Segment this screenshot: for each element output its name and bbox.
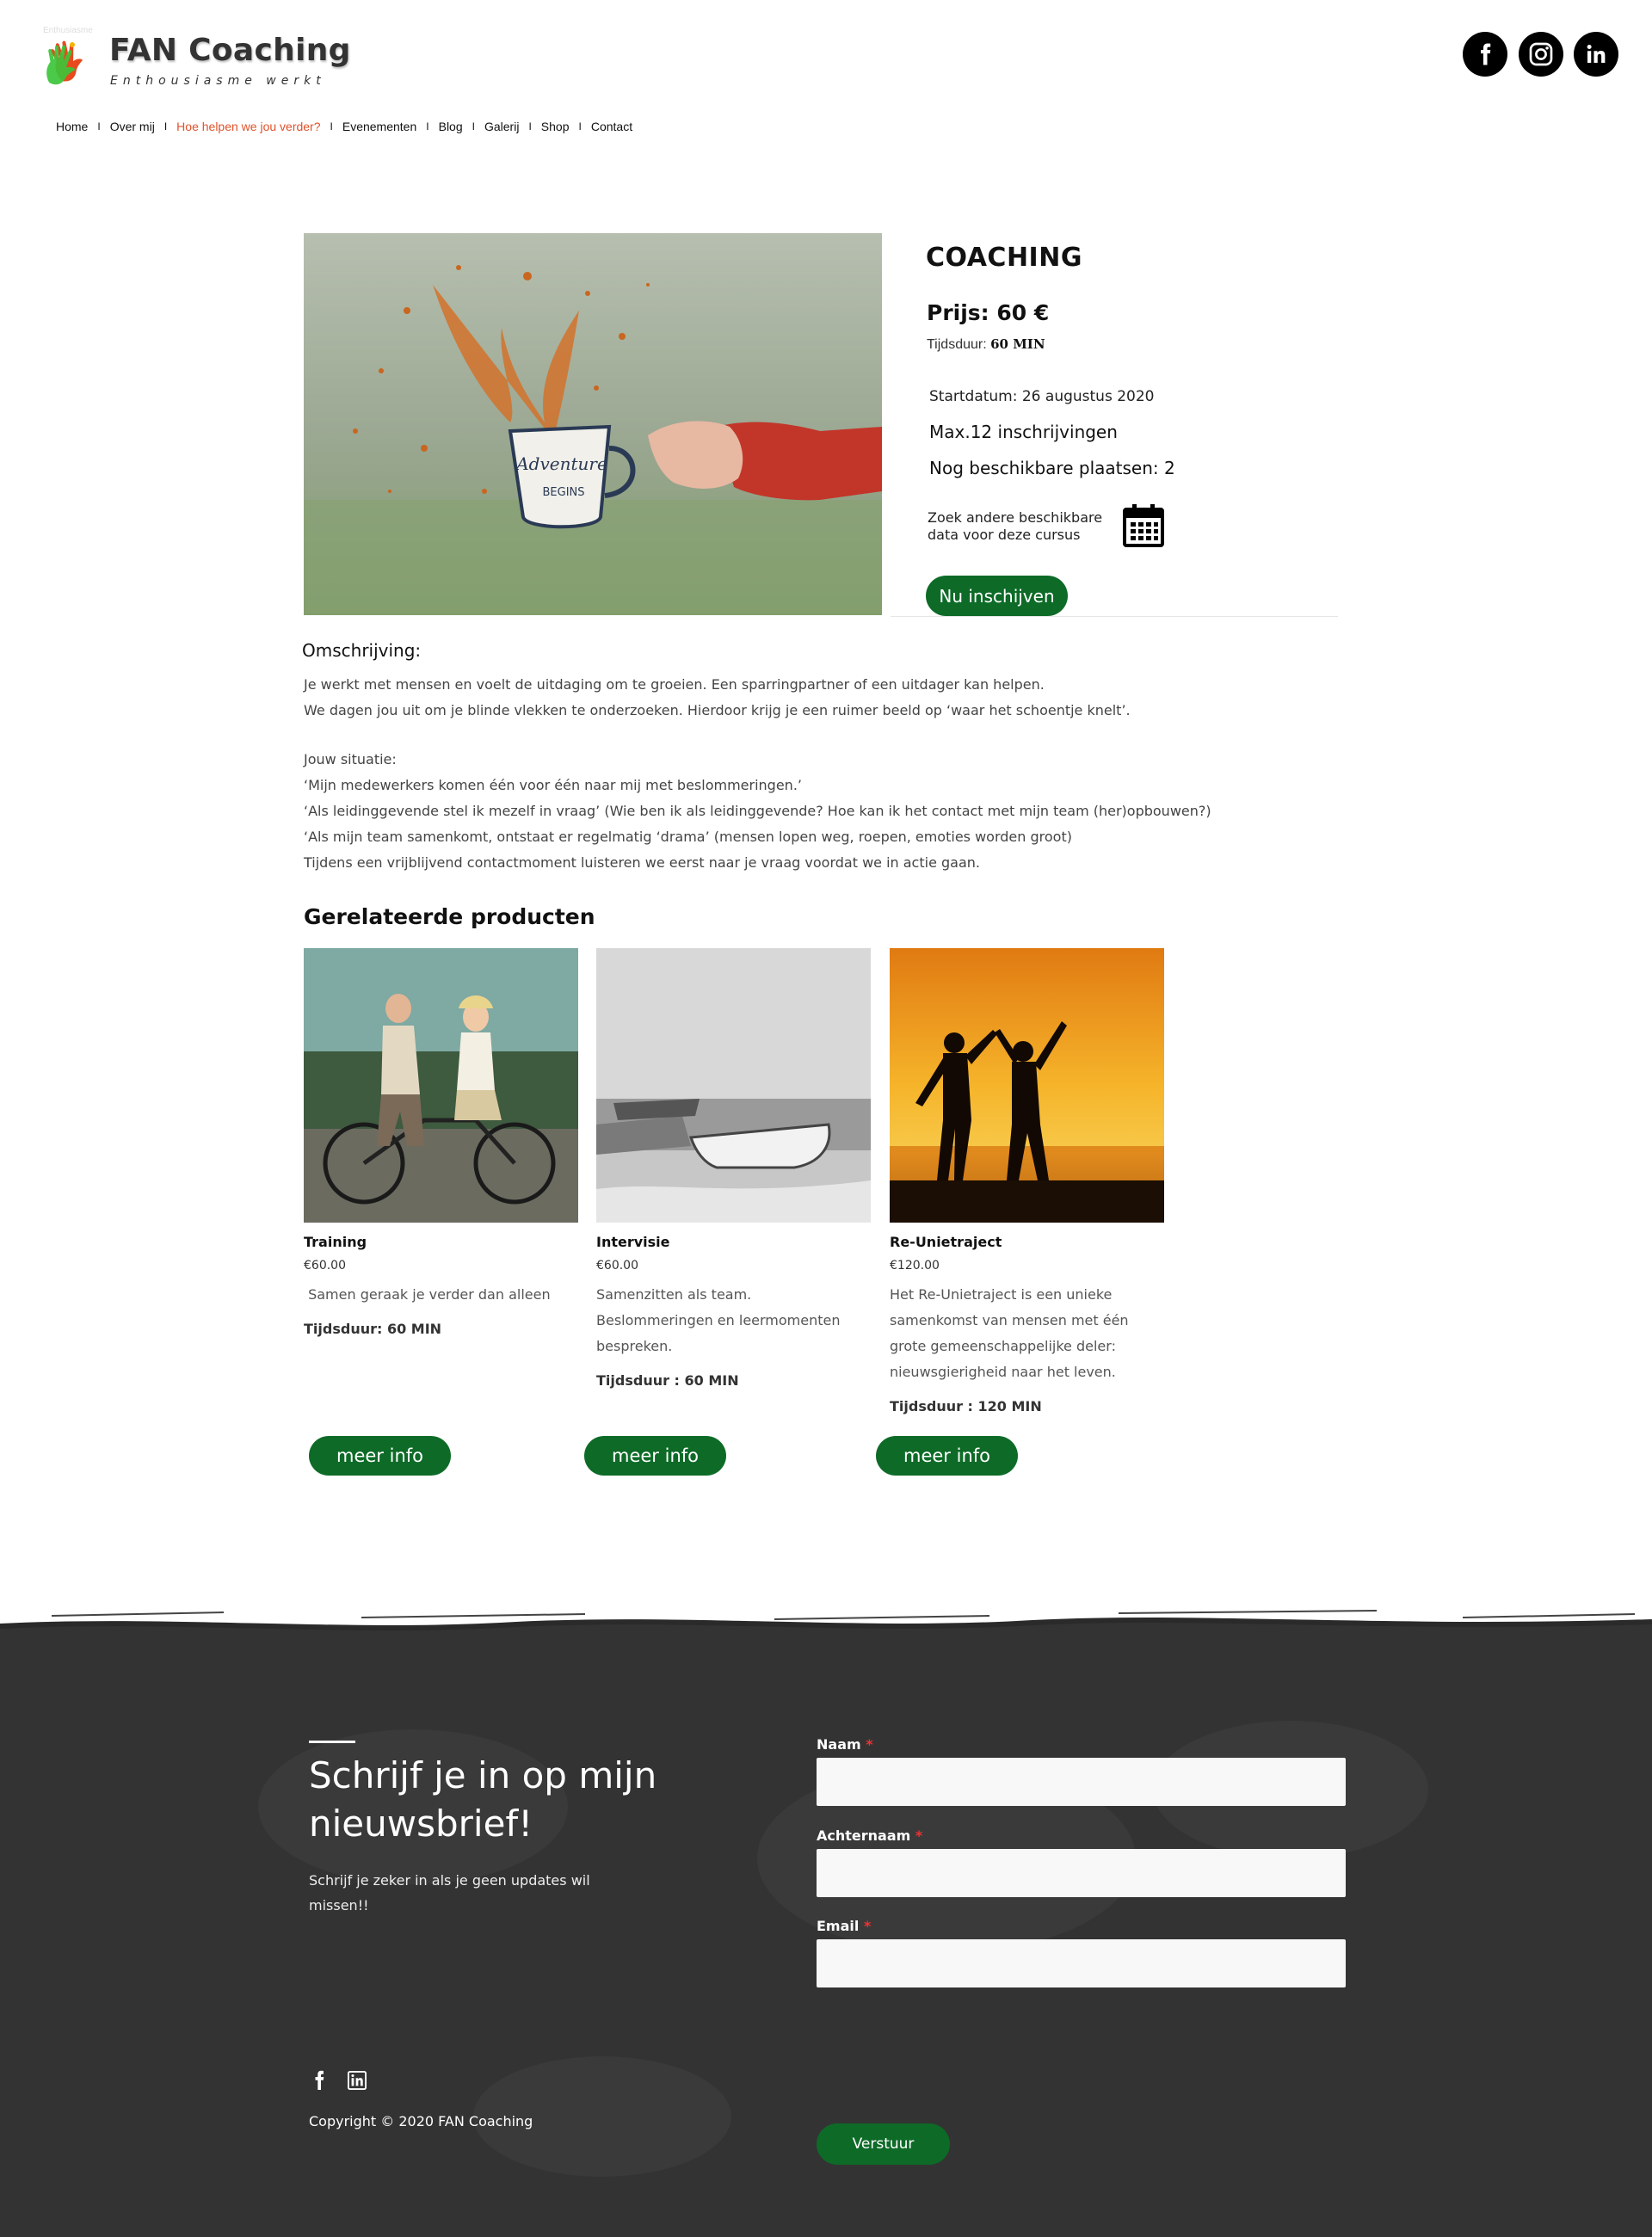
related-name-re-unietraject[interactable]: Re-Unietraject	[890, 1234, 1002, 1250]
lastname-field-label: Achternaam *	[817, 1827, 922, 1844]
description-heading: Omschrijving:	[302, 640, 422, 661]
facebook-icon[interactable]	[1463, 32, 1507, 77]
svg-text:BEGINS: BEGINS	[542, 486, 584, 499]
nav-separator: I	[97, 120, 101, 132]
related-image-re-unietraject[interactable]	[890, 948, 1164, 1223]
related-price-intervisie: €60.00	[596, 1259, 638, 1273]
footer-linkedin-icon[interactable]	[347, 2070, 367, 2091]
related-price-re-unietraject: €120.00	[890, 1259, 940, 1273]
nav-item-blog[interactable]: Blog	[439, 120, 463, 133]
required-mark: *	[863, 1918, 872, 1934]
email-label-text: Email	[817, 1918, 860, 1934]
related-duration-re-unietraject: Tijdsduur : 120 MIN	[890, 1398, 1042, 1414]
related-image-training[interactable]	[304, 948, 578, 1223]
related-text-training: Samen geraak je verder dan alleen	[304, 1286, 551, 1303]
description-line: ‘Mijn medewerkers komen één voor één naa…	[304, 777, 802, 793]
description-line: ‘Als leidinggevende stel ik mezelf in vr…	[304, 803, 1211, 819]
enroll-button[interactable]: Nu inschijven	[926, 576, 1068, 616]
meer-info-button-intervisie[interactable]: meer info	[584, 1436, 726, 1476]
related-products-heading: Gerelateerde producten	[304, 904, 595, 929]
related-duration-training: Tijdsduur: 60 MIN	[304, 1321, 442, 1337]
meer-info-button-training[interactable]: meer info	[309, 1436, 451, 1476]
lastname-input[interactable]	[817, 1849, 1346, 1897]
linkedin-icon[interactable]	[1574, 32, 1618, 77]
logo-hands-icon[interactable]	[43, 33, 100, 89]
lastname-label-text: Achternaam	[817, 1827, 911, 1844]
name-label-text: Naam	[817, 1736, 861, 1753]
nav-item-shop[interactable]: Shop	[541, 120, 570, 133]
main-navigation: Home I Over mij I Hoe helpen we jou verd…	[56, 120, 632, 133]
nav-separator: I	[330, 120, 333, 132]
related-name-intervisie[interactable]: Intervisie	[596, 1234, 670, 1250]
product-price: Prijs: 60 €	[927, 300, 1050, 325]
related-text-re-unietraject: Het Re-Unietraject is een unieke samenko…	[890, 1286, 1129, 1380]
submit-button[interactable]: Verstuur	[817, 2123, 950, 2165]
related-duration-intervisie: Tijdsduur : 60 MIN	[596, 1372, 739, 1389]
product-start-date: Startdatum: 26 augustus 2020	[929, 388, 1155, 405]
nav-separator: I	[578, 120, 582, 132]
description-line: Je werkt met mensen en voelt de uitdagin…	[304, 676, 1045, 693]
required-mark: *	[866, 1736, 873, 1753]
required-mark: *	[915, 1827, 923, 1844]
nav-separator: I	[163, 120, 168, 132]
email-field-label: Email *	[817, 1918, 871, 1934]
description-line: ‘Als mijn team samenkomt, ontstaat er re…	[304, 829, 1072, 845]
product-duration: Tijdsduur: 60 MIN	[927, 336, 1045, 353]
newsletter-title: Schrijf je in op mijn nieuwsbrief!	[309, 1754, 657, 1845]
nav-item-hoe-helpen[interactable]: Hoe helpen we jou verder?	[176, 120, 320, 133]
footer-accent-line	[309, 1741, 355, 1743]
nav-separator: I	[426, 120, 429, 132]
description-line: Tijdens een vrijblijvend contactmoment l…	[304, 854, 980, 871]
brand-name[interactable]: FAN Coaching	[109, 33, 351, 68]
related-image-intervisie[interactable]	[596, 948, 871, 1223]
svg-text:Adventure: Adventure	[515, 453, 607, 474]
description-line: We dagen jou uit om je blinde vlekken te…	[304, 702, 1131, 718]
nav-separator: I	[472, 120, 475, 132]
product-available-spots: Nog beschikbare plaatsen: 2	[929, 458, 1175, 478]
email-input[interactable]	[817, 1939, 1346, 1987]
footer-facebook-icon[interactable]	[309, 2070, 330, 2091]
nav-item-over-mij[interactable]: Over mij	[110, 120, 155, 133]
divider	[891, 616, 1338, 617]
related-text-intervisie: Samenzitten als team. Beslommeringen en …	[596, 1286, 841, 1354]
copyright-text: Copyright © 2020 FAN Coaching	[309, 2113, 533, 2129]
brand-tagline: Enthousiasme werkt	[110, 74, 326, 88]
newsletter-subtitle: Schrijf je zeker in als je geen updates …	[309, 1872, 590, 1913]
name-input[interactable]	[817, 1758, 1346, 1806]
duration-label: Tijdsduur:	[927, 337, 987, 352]
product-max-signups: Max.12 inschrijvingen	[929, 422, 1118, 442]
name-field-label: Naam *	[817, 1736, 873, 1753]
duration-value: 60 MIN	[990, 336, 1045, 352]
nav-separator: I	[528, 120, 532, 132]
product-image-coffee-splash[interactable]: Adventure BEGINS	[304, 233, 882, 615]
product-title: COACHING	[926, 243, 1082, 273]
nav-item-contact[interactable]: Contact	[591, 120, 632, 133]
related-price-training: €60.00	[304, 1259, 346, 1273]
search-other-dates-link[interactable]: Zoek andere beschikbare data voor deze c…	[928, 509, 1134, 544]
nav-item-home[interactable]: Home	[56, 120, 88, 133]
description-line: Jouw situatie:	[304, 751, 397, 767]
nav-item-evenementen[interactable]: Evenementen	[342, 120, 416, 133]
nav-item-galerij[interactable]: Galerij	[484, 120, 519, 133]
related-name-training[interactable]: Training	[304, 1234, 367, 1250]
calendar-icon[interactable]	[1123, 502, 1164, 547]
meer-info-button-re-unietraject[interactable]: meer info	[876, 1436, 1018, 1476]
instagram-icon[interactable]	[1519, 32, 1563, 77]
